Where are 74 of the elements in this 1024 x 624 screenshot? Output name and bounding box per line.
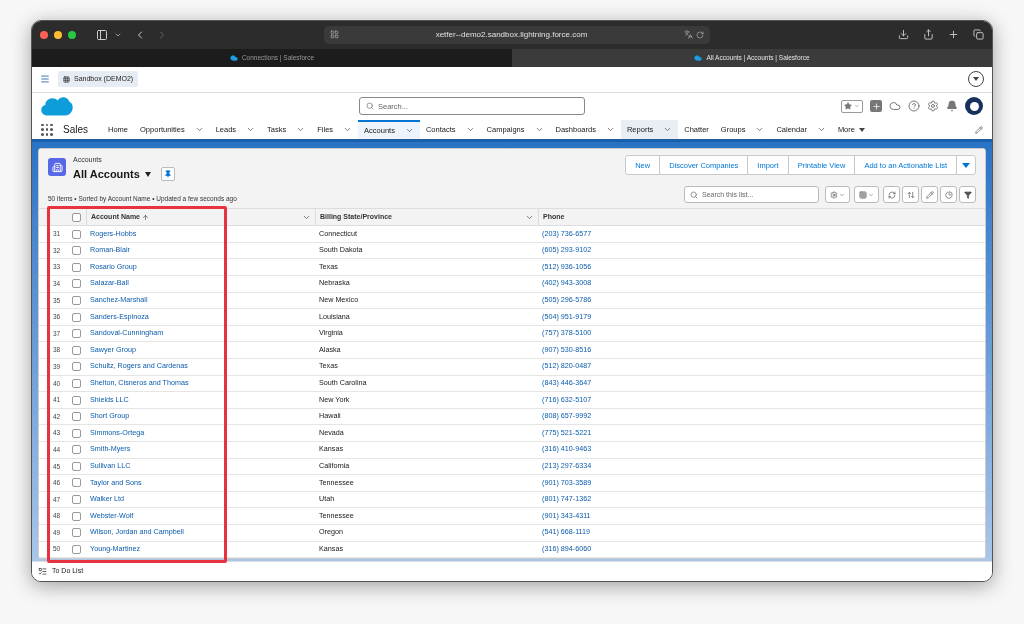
- row-checkbox[interactable]: [72, 428, 81, 438]
- zoom-window-button[interactable]: [68, 30, 76, 39]
- caret-icon: [858, 127, 865, 132]
- download-icon[interactable]: [898, 29, 909, 41]
- row-checkbox[interactable]: [72, 478, 81, 488]
- sort-ascending-icon: [142, 213, 149, 221]
- row-checkbox[interactable]: [72, 345, 81, 355]
- refresh-button[interactable]: [883, 186, 900, 204]
- translate-icon[interactable]: [684, 30, 693, 40]
- edit-nav-icon[interactable]: [975, 125, 983, 134]
- address-bar[interactable]: xetfer--demo2.sandbox.lightning.force.com: [324, 25, 710, 44]
- minimize-window-button[interactable]: [54, 30, 62, 39]
- display-as-button[interactable]: [854, 186, 879, 204]
- cloud-logo-icon: [41, 95, 73, 118]
- row-checkbox[interactable]: [72, 246, 81, 256]
- row-checkbox[interactable]: [72, 229, 81, 239]
- menu-icon[interactable]: [40, 74, 50, 85]
- row-checkbox[interactable]: [72, 445, 81, 455]
- plus-icon: [871, 101, 881, 111]
- row-checkbox[interactable]: [72, 262, 81, 272]
- app-launcher-icon[interactable]: [41, 123, 53, 136]
- row-checkbox[interactable]: [72, 395, 81, 405]
- favorites-button[interactable]: [841, 99, 863, 113]
- notifications-icon[interactable]: [946, 100, 958, 113]
- search-icon: [690, 190, 698, 199]
- chevron-down-icon: [868, 191, 874, 198]
- pencil-icon: [925, 190, 934, 199]
- row-checkbox[interactable]: [72, 461, 81, 471]
- row-checkbox[interactable]: [72, 511, 81, 521]
- search-icon: [366, 102, 374, 111]
- page-icon: [330, 30, 339, 40]
- row-checkbox[interactable]: [72, 329, 81, 339]
- add-icon[interactable]: [870, 100, 882, 113]
- salesforce-tab-icon: [229, 53, 238, 62]
- pin-icon: [163, 170, 172, 178]
- reload-icon[interactable]: [696, 30, 704, 39]
- row-checkbox[interactable]: [72, 378, 81, 388]
- list-view-title[interactable]: All Accounts: [73, 165, 140, 183]
- row-checkbox[interactable]: [72, 412, 81, 422]
- close-window-button[interactable]: [40, 30, 48, 39]
- edit-button[interactable]: [921, 186, 938, 204]
- building-icon: [51, 161, 63, 173]
- pin-button[interactable]: [160, 167, 175, 181]
- settings-button[interactable]: [825, 186, 850, 204]
- avatar[interactable]: [965, 97, 983, 116]
- chevron-down-icon: [854, 103, 860, 110]
- share-icon[interactable]: [923, 29, 934, 41]
- row-checkbox[interactable]: [72, 312, 81, 322]
- tab-overview-icon[interactable]: [973, 29, 984, 41]
- refresh-icon: [887, 190, 896, 199]
- row-checkbox[interactable]: [72, 544, 81, 554]
- gear-icon: [830, 190, 838, 199]
- row-checkbox[interactable]: [72, 495, 81, 505]
- new-tab-icon[interactable]: [948, 29, 959, 41]
- salesforce-tab-icon: [694, 53, 703, 62]
- row-checkbox[interactable]: [72, 295, 81, 305]
- url-text: xetfer--demo2.sandbox.lightning.force.com: [434, 28, 589, 41]
- caret-icon[interactable]: [144, 171, 151, 177]
- to-do-icon: [38, 567, 47, 577]
- sort-button[interactable]: [902, 186, 919, 204]
- star-icon: [844, 102, 852, 111]
- filter-icon: [963, 190, 972, 199]
- row-checkbox[interactable]: [72, 362, 81, 372]
- row-checkbox[interactable]: [72, 279, 81, 289]
- settings-icon[interactable]: [927, 100, 939, 113]
- help-icon[interactable]: [908, 100, 920, 113]
- pie-chart-icon: [944, 190, 953, 199]
- sort-arrows-icon: [906, 190, 915, 199]
- filter-button[interactable]: [959, 186, 976, 204]
- select-all-checkbox[interactable]: [72, 212, 81, 222]
- row-checkbox[interactable]: [72, 528, 81, 538]
- chevron-down-icon: [839, 191, 845, 198]
- sidebar-icon[interactable]: [96, 28, 108, 41]
- app-name: Sales: [63, 123, 88, 138]
